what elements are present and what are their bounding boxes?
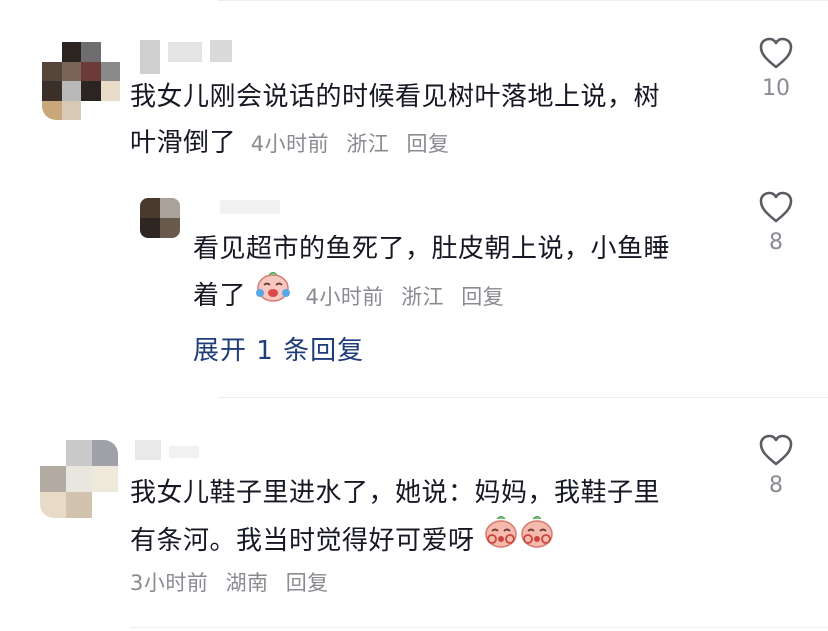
reply-line-with-meta: 着了 4小时前 浙江 回复 bbox=[193, 272, 733, 321]
comment-text: 我女儿鞋子里进水了，她说：妈妈，我鞋子里 有条河。我当时觉得好可爱呀 bbox=[130, 470, 730, 567]
comment-meta: 3小时前 湖南 回复 bbox=[130, 568, 339, 598]
comment-divider bbox=[218, 397, 828, 398]
reply-avatar[interactable] bbox=[140, 198, 180, 238]
peach-blush-emoji bbox=[483, 513, 519, 564]
username-blurred[interactable] bbox=[140, 40, 232, 74]
comment-meta: 4小时前 浙江 回复 bbox=[251, 132, 460, 156]
reply-button[interactable]: 回复 bbox=[286, 571, 329, 595]
comment-line: 我女儿鞋子里进水了，她说：妈妈，我鞋子里 bbox=[130, 478, 661, 508]
top-divider bbox=[218, 0, 828, 1]
comment-location: 浙江 bbox=[346, 132, 390, 156]
comment-line-end: 叶滑倒了 bbox=[130, 128, 237, 158]
reply-username-blurred[interactable] bbox=[220, 200, 280, 214]
comment-location: 湖南 bbox=[225, 571, 269, 595]
reply-meta: 4小时前 浙江 回复 bbox=[306, 285, 515, 309]
bottom-divider bbox=[130, 627, 828, 628]
username-blurred[interactable] bbox=[135, 440, 199, 460]
reply-line-end: 着了 bbox=[193, 281, 247, 311]
like-button[interactable]: 8 bbox=[746, 433, 806, 498]
peach-blush-emoji bbox=[519, 513, 555, 564]
avatar[interactable] bbox=[42, 42, 120, 120]
avatar[interactable] bbox=[40, 440, 118, 518]
comment-line: 我女儿刚会说话的时候看见树叶落地上说，树 bbox=[130, 82, 661, 112]
reply-like-button[interactable]: 8 bbox=[746, 190, 806, 255]
reply-line: 看见超市的鱼死了，肚皮朝上说，小鱼睡 bbox=[193, 234, 671, 264]
comment-line-end: 有条河。我当时觉得好可爱呀 bbox=[130, 526, 475, 556]
like-count: 8 bbox=[769, 473, 783, 498]
reply-button[interactable]: 回复 bbox=[407, 132, 450, 156]
reply-reply-button[interactable]: 回复 bbox=[461, 285, 504, 309]
crying-laugh-emoji bbox=[255, 269, 291, 318]
heart-outline-icon[interactable] bbox=[758, 433, 794, 467]
comment-line-with-meta: 叶滑倒了 4小时前 浙江 回复 bbox=[130, 120, 730, 167]
heart-outline-icon[interactable] bbox=[758, 36, 794, 70]
reply-location: 浙江 bbox=[401, 285, 445, 309]
comment-line-with-emoji: 有条河。我当时觉得好可爱呀 bbox=[130, 516, 730, 567]
reply-like-count: 8 bbox=[769, 230, 783, 255]
comment-time: 3小时前 bbox=[130, 571, 209, 595]
like-button[interactable]: 10 bbox=[746, 36, 806, 101]
reply-text: 看见超市的鱼死了，肚皮朝上说，小鱼睡 着了 4小时前 浙江 回复 bbox=[193, 226, 733, 321]
comment-text: 我女儿刚会说话的时候看见树叶落地上说，树 叶滑倒了 4小时前 浙江 回复 bbox=[130, 74, 730, 167]
comment-time: 4小时前 bbox=[250, 132, 330, 156]
like-count: 10 bbox=[762, 76, 790, 101]
expand-replies-button[interactable]: 展开 1 条回复 bbox=[193, 330, 364, 367]
heart-outline-icon[interactable] bbox=[758, 190, 794, 224]
reply-time: 4小时前 bbox=[305, 285, 384, 309]
